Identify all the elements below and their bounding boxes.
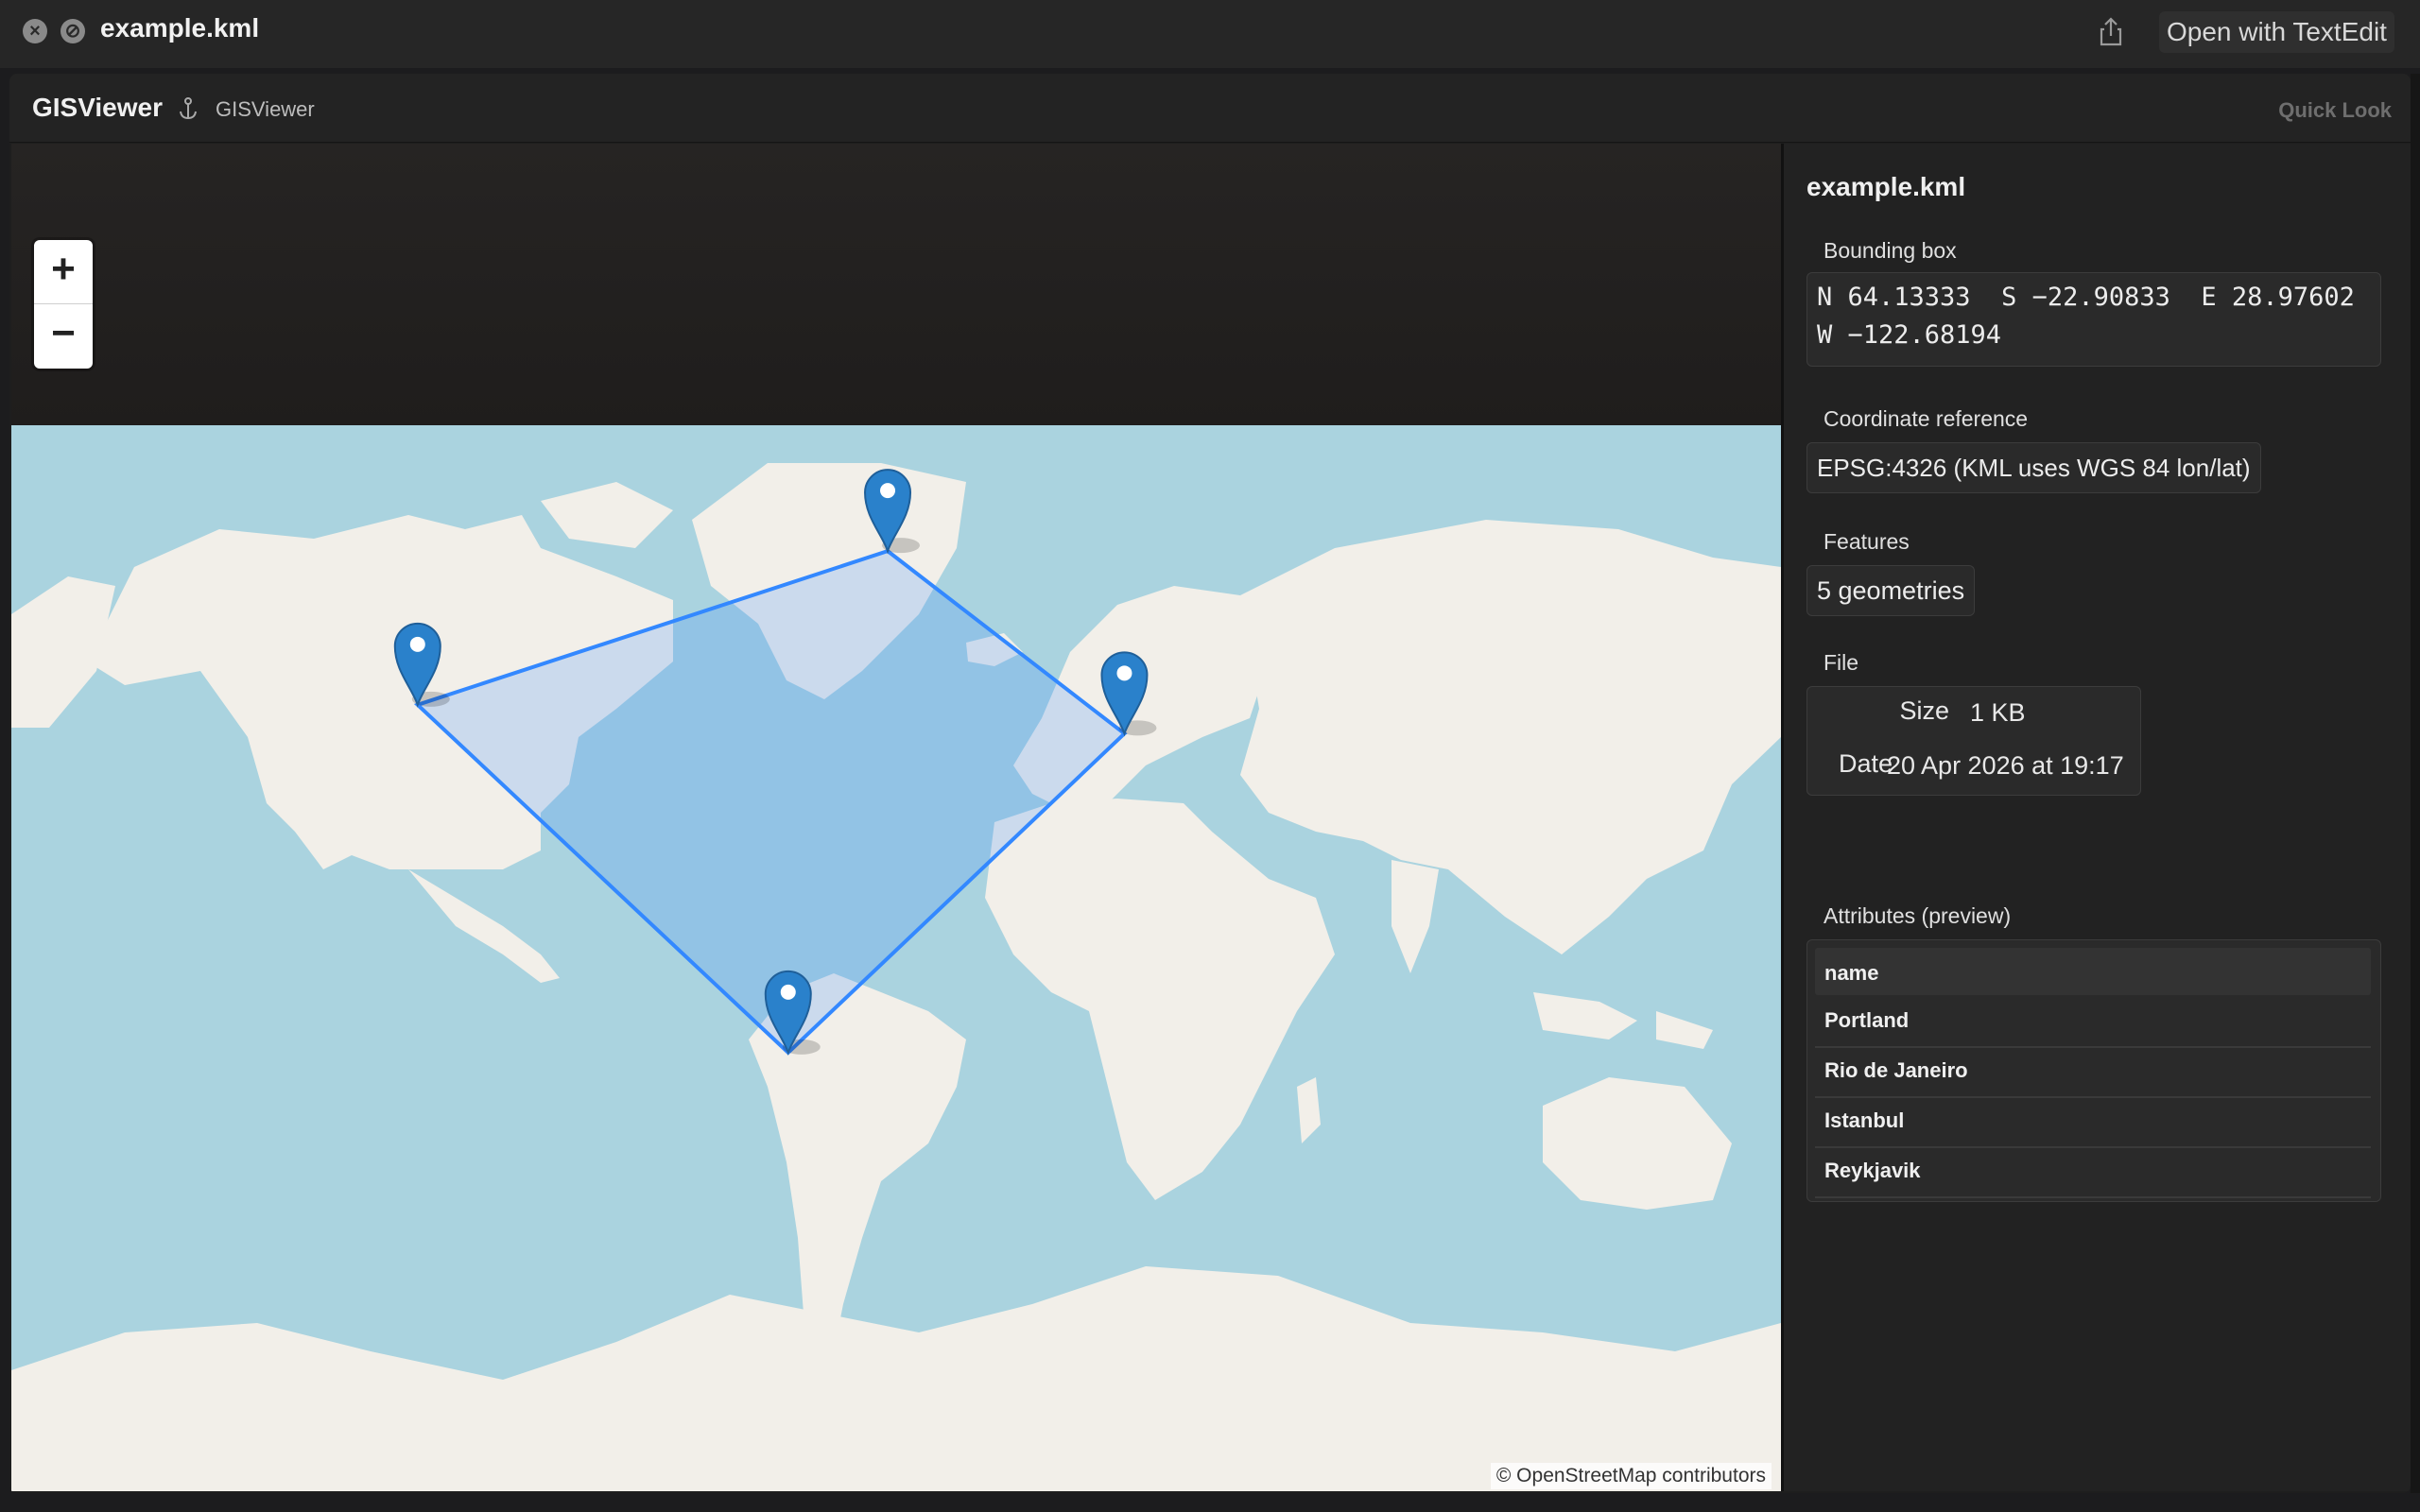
bbox-value-line2: W −122.68194	[1817, 320, 2002, 350]
close-icon[interactable]: ×	[23, 19, 47, 43]
table-row[interactable]: Rio de Janeiro	[1815, 1047, 2371, 1098]
features-label: Features	[1824, 529, 1910, 554]
cell-name: Reykjavik	[1824, 1159, 1921, 1182]
attributes-table: name Portland Rio de Janeiro Istanbul Re…	[1806, 939, 2381, 1202]
size-key: Size	[1899, 696, 1949, 725]
window-edge	[2411, 74, 2420, 1493]
open-with-textedit-button[interactable]: Open with TextEdit	[2159, 11, 2394, 53]
quick-look-label[interactable]: Quick Look	[2278, 98, 2392, 123]
file-info-box: Size 1 KB Date 20 Apr 2026 at 19:17	[1806, 686, 2141, 796]
date-value: 20 Apr 2026 at 19:17	[1887, 751, 2124, 780]
cell-name: Portland	[1824, 1008, 1910, 1032]
features-value: 5 geometries	[1806, 565, 1976, 616]
size-value: 1 KB	[1970, 698, 2026, 727]
anchor-icon	[180, 97, 197, 120]
zoom-in-button[interactable]: +	[34, 240, 93, 304]
panel-title: example.kml	[1806, 172, 1966, 201]
fullscreen-icon[interactable]: ⊘	[60, 19, 85, 43]
bbox-label: Bounding box	[1824, 238, 1957, 263]
table-row[interactable]: Istanbul	[1815, 1097, 2371, 1148]
bbox-box: N 64.13333 S −22.90833 E 28.97602 W −122…	[1806, 272, 2381, 367]
bbox-value-line1: N 64.13333 S −22.90833 E 28.97602	[1817, 283, 2355, 312]
window-title: example.kml	[100, 13, 260, 43]
map-attribution[interactable]: © OpenStreetMap contributors	[1490, 1463, 1772, 1489]
share-icon[interactable]	[2094, 15, 2128, 49]
map-view[interactable]: + − © OpenStreetMap contributors	[11, 144, 1781, 1491]
world-map[interactable]	[11, 425, 1781, 1491]
app-window: GISViewer GISViewer Quick Look + − © Ope…	[9, 74, 2411, 1493]
app-header: GISViewer GISViewer Quick Look	[9, 74, 2411, 143]
zoom-out-button[interactable]: −	[34, 304, 93, 368]
column-header-name[interactable]: name	[1824, 961, 1878, 986]
crs-label: Coordinate reference	[1824, 406, 2029, 431]
table-row[interactable]: Reykjavik	[1815, 1147, 2371, 1198]
cell-name: Istanbul	[1824, 1108, 1905, 1132]
date-key: Date	[1838, 749, 1893, 778]
zoom-control: + −	[34, 240, 93, 369]
quicklook-titlebar: × ⊘ example.kml Open with TextEdit	[0, 0, 2420, 68]
inspector-panel: example.kml Bounding box N 64.13333 S −2…	[1784, 144, 2411, 1491]
map-empty-area	[11, 144, 1781, 425]
app-name: GISViewer	[32, 93, 164, 122]
app-subtitle: GISViewer	[216, 97, 315, 121]
table-row[interactable]: Portland	[1815, 997, 2371, 1048]
cell-name: Rio de Janeiro	[1824, 1058, 1968, 1082]
table-header: name	[1815, 948, 2371, 995]
file-label: File	[1824, 650, 1859, 675]
crs-value: EPSG:4326 (KML uses WGS 84 lon/lat)	[1806, 442, 2261, 493]
attributes-label: Attributes (preview)	[1824, 903, 2012, 928]
